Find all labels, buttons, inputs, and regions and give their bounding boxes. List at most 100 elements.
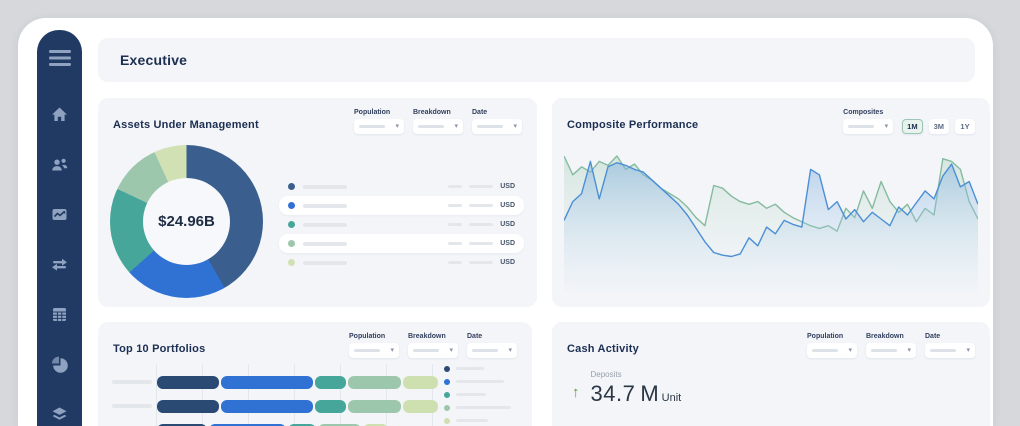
date-select[interactable]: ▾ <box>467 343 517 358</box>
hamburger-icon[interactable] <box>49 50 71 66</box>
top10-portfolios-card: Top 10 Portfolios Population ▾ Breakdown… <box>98 322 532 426</box>
bar-segment[interactable] <box>403 376 438 389</box>
placeholder-bar <box>456 367 484 370</box>
legend-dot <box>444 366 450 372</box>
breakdown-label: Breakdown <box>866 333 916 340</box>
top10-filters: Population ▾ Breakdown ▾ Date ▾ <box>349 333 517 358</box>
range-buttons: 1M 3M 1Y <box>902 119 975 134</box>
placeholder-bar <box>812 349 838 352</box>
placeholder-bar <box>448 261 462 264</box>
range-1y-button[interactable]: 1Y <box>955 119 975 134</box>
placeholder-bar <box>469 223 493 226</box>
home-icon <box>51 106 68 123</box>
date-select[interactable]: ▾ <box>472 119 522 134</box>
placeholder-bar <box>448 204 462 207</box>
breakdown-select[interactable]: ▾ <box>413 119 463 134</box>
performance-icon <box>51 206 68 223</box>
currency-label: USD <box>500 202 515 209</box>
breakdown-label: Breakdown <box>413 109 463 116</box>
bar-segment[interactable] <box>348 400 401 413</box>
cash-activity-card: Cash Activity Population ▾ Breakdown ▾ D… <box>552 322 990 426</box>
chevron-down-icon: ▾ <box>907 347 911 354</box>
sidebar-item-clients[interactable] <box>51 156 68 173</box>
sidebar-item-performance[interactable] <box>51 206 68 223</box>
legend-dot <box>288 183 295 190</box>
sidebar-nav <box>51 106 68 423</box>
placeholder-bar <box>871 349 897 352</box>
chevron-down-icon: ▾ <box>508 347 512 354</box>
placeholder-bar <box>303 261 347 265</box>
layers-icon <box>51 406 68 423</box>
date-label: Date <box>467 333 517 340</box>
aum-legend-row: USD <box>279 177 524 196</box>
breakdown-select[interactable]: ▾ <box>866 343 916 358</box>
sidebar-item-allocation[interactable] <box>51 356 68 373</box>
range-1m-button[interactable]: 1M <box>902 119 922 134</box>
sidebar-item-transfers[interactable] <box>51 256 68 273</box>
population-select[interactable]: ▾ <box>349 343 399 358</box>
placeholder-bar <box>303 185 347 189</box>
bar-segment[interactable] <box>348 376 401 389</box>
population-label: Population <box>349 333 399 340</box>
bar-segment[interactable] <box>221 400 313 413</box>
portfolio-bar-row <box>112 370 440 394</box>
data-table-icon <box>51 306 68 323</box>
placeholder-bar <box>477 125 503 128</box>
sidebar-item-data-table[interactable] <box>51 306 68 323</box>
cash-card-title: Cash Activity <box>567 343 639 355</box>
sidebar-item-home[interactable] <box>51 106 68 123</box>
placeholder-bar <box>456 419 488 422</box>
composite-performance-card: Composite Performance Composites ▾ 1M3M1… <box>552 98 990 307</box>
deposits-unit: M <box>640 381 658 407</box>
placeholder-bar <box>456 406 511 409</box>
top10-legend-item <box>444 388 511 401</box>
sidebar-item-layers[interactable] <box>51 406 68 423</box>
bar-segment[interactable] <box>315 400 346 413</box>
bar-segment[interactable] <box>315 376 346 389</box>
deposits-label: Deposits <box>591 370 682 379</box>
date-label: Date <box>925 333 975 340</box>
bar-segment[interactable] <box>157 376 219 389</box>
aum-legend-row: USD <box>279 253 524 272</box>
currency-label: USD <box>500 259 515 266</box>
placeholder-bar <box>303 204 347 208</box>
date-select[interactable]: ▾ <box>925 343 975 358</box>
chevron-down-icon: ▾ <box>390 347 394 354</box>
bar-segment[interactable] <box>221 376 313 389</box>
currency-label: USD <box>500 221 515 228</box>
legend-dot <box>288 240 295 247</box>
bar-segment[interactable] <box>403 400 438 413</box>
placeholder-bar <box>456 380 504 383</box>
portfolio-bar-row <box>112 418 440 426</box>
date-label: Date <box>472 109 522 116</box>
placeholder-bar <box>303 223 347 227</box>
composites-select[interactable]: ▾ <box>843 119 893 134</box>
composite-card-title: Composite Performance <box>567 119 698 131</box>
population-label: Population <box>354 109 404 116</box>
placeholder-bar <box>448 185 462 188</box>
bar-segment[interactable] <box>157 400 219 413</box>
placeholder-bar <box>112 404 152 408</box>
legend-dot <box>444 379 450 385</box>
header-bar: Executive <box>98 38 975 82</box>
placeholder-bar <box>112 380 152 384</box>
chevron-down-icon: ▾ <box>395 123 399 130</box>
placeholder-bar <box>418 125 444 128</box>
range-3m-button[interactable]: 3M <box>929 119 949 134</box>
cash-filters: Population ▾ Breakdown ▾ Date ▾ <box>807 333 975 358</box>
breakdown-select[interactable]: ▾ <box>408 343 458 358</box>
chevron-down-icon: ▾ <box>513 123 517 130</box>
placeholder-bar <box>930 349 956 352</box>
chevron-down-icon: ▾ <box>449 347 453 354</box>
population-select[interactable]: ▾ <box>807 343 857 358</box>
top10-legend-item <box>444 362 511 375</box>
population-select[interactable]: ▾ <box>354 119 404 134</box>
placeholder-bar <box>448 242 462 245</box>
top10-bar-rows <box>112 370 440 426</box>
chevron-down-icon: ▾ <box>885 123 889 130</box>
aum-legend-row: USD <box>279 234 524 253</box>
chevron-down-icon: ▾ <box>848 347 852 354</box>
top10-legend-item <box>444 401 511 414</box>
composites-label: Composites <box>843 109 893 116</box>
clients-icon <box>51 156 68 173</box>
